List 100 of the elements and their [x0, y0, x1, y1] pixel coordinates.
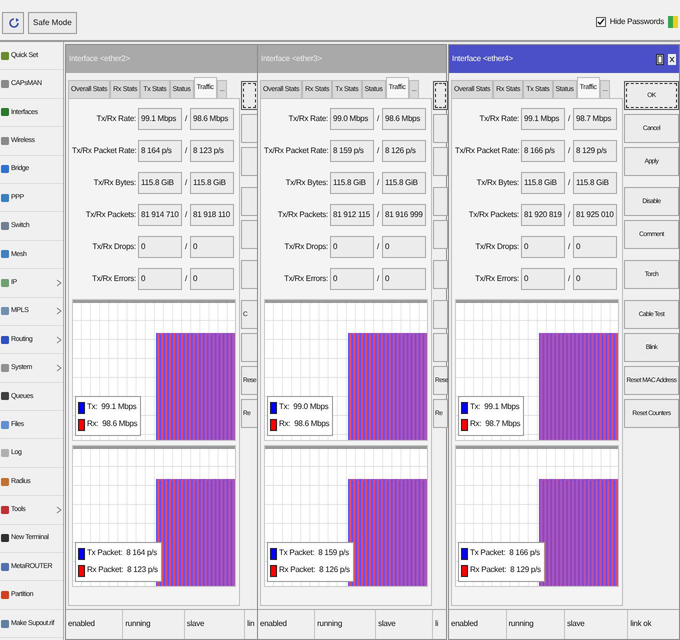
hide-passwords-checkbox[interactable]: Hide Passwords — [596, 17, 664, 27]
field-label: Tx/Rx Bytes: — [476, 178, 520, 188]
window-title: Interface <ether4> — [452, 54, 513, 64]
field-label: Tx/Rx Bytes: — [284, 178, 329, 188]
legend-label: Tx: 99.1 Mbps — [87, 403, 136, 412]
status-cell: slave — [564, 610, 628, 639]
menu-icon — [1, 108, 9, 116]
legend-label: Rx Packet: 8 129 p/s — [470, 566, 541, 575]
field-label: Tx/Rx Packets: — [84, 210, 137, 220]
legend-label: Rx: 98.6 Mbps — [87, 420, 138, 429]
separator: / — [376, 178, 380, 188]
menu-icon — [1, 52, 9, 60]
value-field: 99.0 Mbps — [330, 108, 374, 130]
legend-label: Tx Packet: 8 164 p/s — [87, 549, 157, 558]
value-field: 0 — [573, 268, 617, 290]
value-field: 81 918 110 — [190, 204, 234, 226]
safe-mode-button[interactable]: Safe Mode — [28, 12, 77, 34]
legend-label: Rx: 98.6 Mbps — [279, 420, 330, 429]
menu-icon — [1, 194, 9, 202]
value-field: 115.8 GiB — [573, 172, 617, 194]
value-field: 0 — [382, 268, 426, 290]
window-button[interactable] — [241, 81, 258, 110]
menu-icon — [1, 336, 9, 344]
field-label: Tx/Rx Rate: — [96, 114, 137, 124]
field-label: Tx/Rx Packets: — [468, 210, 520, 220]
separator: / — [567, 146, 572, 156]
status-cell: enabled — [66, 610, 124, 639]
menu-icon — [1, 250, 9, 258]
maximize-icon — [656, 54, 664, 64]
menu-icon — [1, 591, 9, 600]
separator: / — [376, 242, 380, 252]
value-field: 0 — [382, 236, 426, 258]
separator: / — [376, 146, 380, 156]
checkmark-icon — [596, 18, 605, 26]
separator: / — [376, 274, 380, 284]
menu-icon — [1, 364, 9, 372]
value-field: 8 123 p/s — [190, 140, 234, 162]
refresh-button[interactable] — [2, 12, 24, 34]
value-field: 115.8 GiB — [138, 172, 182, 194]
separator: / — [376, 210, 380, 220]
field-label: Tx/Rx Drops: — [283, 242, 329, 252]
value-field: 81 916 999 — [382, 204, 426, 226]
status-cell: running — [123, 610, 185, 639]
menu-icon — [1, 534, 9, 542]
menu-icon — [1, 562, 9, 571]
window-button[interactable] — [433, 81, 448, 110]
value-field: 115.8 GiB — [521, 172, 565, 194]
value-field: 0 — [138, 236, 182, 258]
separator: / — [567, 114, 572, 124]
menu-icon — [1, 449, 9, 458]
separator: / — [184, 274, 188, 284]
menu-icon — [1, 80, 9, 88]
field-label: Tx/Rx Rate: — [288, 114, 329, 124]
separator: / — [567, 274, 572, 284]
field-label: Tx/Rx Drops: — [91, 242, 137, 252]
value-field: 0 — [330, 236, 374, 258]
menu-icon — [1, 392, 9, 400]
status-cell-text: link ok — [629, 618, 652, 630]
close-icon — [668, 54, 676, 64]
value-field: 99.1 Mbps — [521, 108, 565, 130]
menu-icon — [1, 278, 9, 287]
menu-icon — [1, 136, 9, 145]
value-field: 0 — [330, 268, 374, 290]
value-field: 0 — [521, 236, 565, 258]
value-field: 81 925 010 — [573, 204, 617, 226]
value-field: 81 914 710 — [138, 204, 182, 226]
separator: / — [184, 114, 188, 124]
menu-icon — [1, 420, 9, 429]
field-label: Tx/Rx Errors: — [283, 274, 329, 284]
menu-icon — [1, 307, 9, 316]
legend-label: Tx Packet: 8 166 p/s — [470, 549, 540, 558]
value-field: 0 — [190, 236, 234, 258]
value-field: 0 — [138, 268, 182, 290]
menu-icon — [1, 222, 9, 230]
field-label: Tx/Rx Drops: — [474, 242, 520, 252]
value-field: 8 129 p/s — [573, 140, 617, 162]
window-title: Interface <ether3> — [261, 54, 322, 64]
status-cell: enabled — [258, 610, 316, 639]
legend-label: Tx: 99.1 Mbps — [470, 403, 520, 412]
value-field: 115.8 GiB — [330, 172, 374, 194]
status-cell-text: li — [434, 618, 440, 630]
separator: / — [184, 242, 188, 252]
status-cell: slave — [184, 610, 246, 639]
legend-label: Tx: 99.0 Mbps — [279, 403, 328, 412]
separator: / — [184, 210, 188, 220]
status-cell: slave — [376, 610, 434, 639]
field-label: Tx/Rx Bytes: — [92, 178, 137, 188]
status-cell-text: lin — [246, 618, 256, 630]
separator: / — [567, 210, 572, 220]
field-label: Tx/Rx Errors: — [474, 274, 520, 284]
value-field: 98.6 Mbps — [190, 108, 234, 130]
value-field: 8 126 p/s — [382, 140, 426, 162]
menu-icon — [1, 165, 9, 174]
value-field: 8 166 p/s — [521, 140, 565, 162]
legend-label: Rx Packet: 8 126 p/s — [279, 566, 350, 575]
field-label: Tx/Rx Rate: — [478, 114, 520, 124]
value-field: 8 159 p/s — [330, 140, 374, 162]
value-field: 8 164 p/s — [138, 140, 182, 162]
field-label: Tx/Rx Packets: — [276, 210, 329, 220]
field-label: Tx/Rx Packet Rate: — [72, 146, 138, 156]
